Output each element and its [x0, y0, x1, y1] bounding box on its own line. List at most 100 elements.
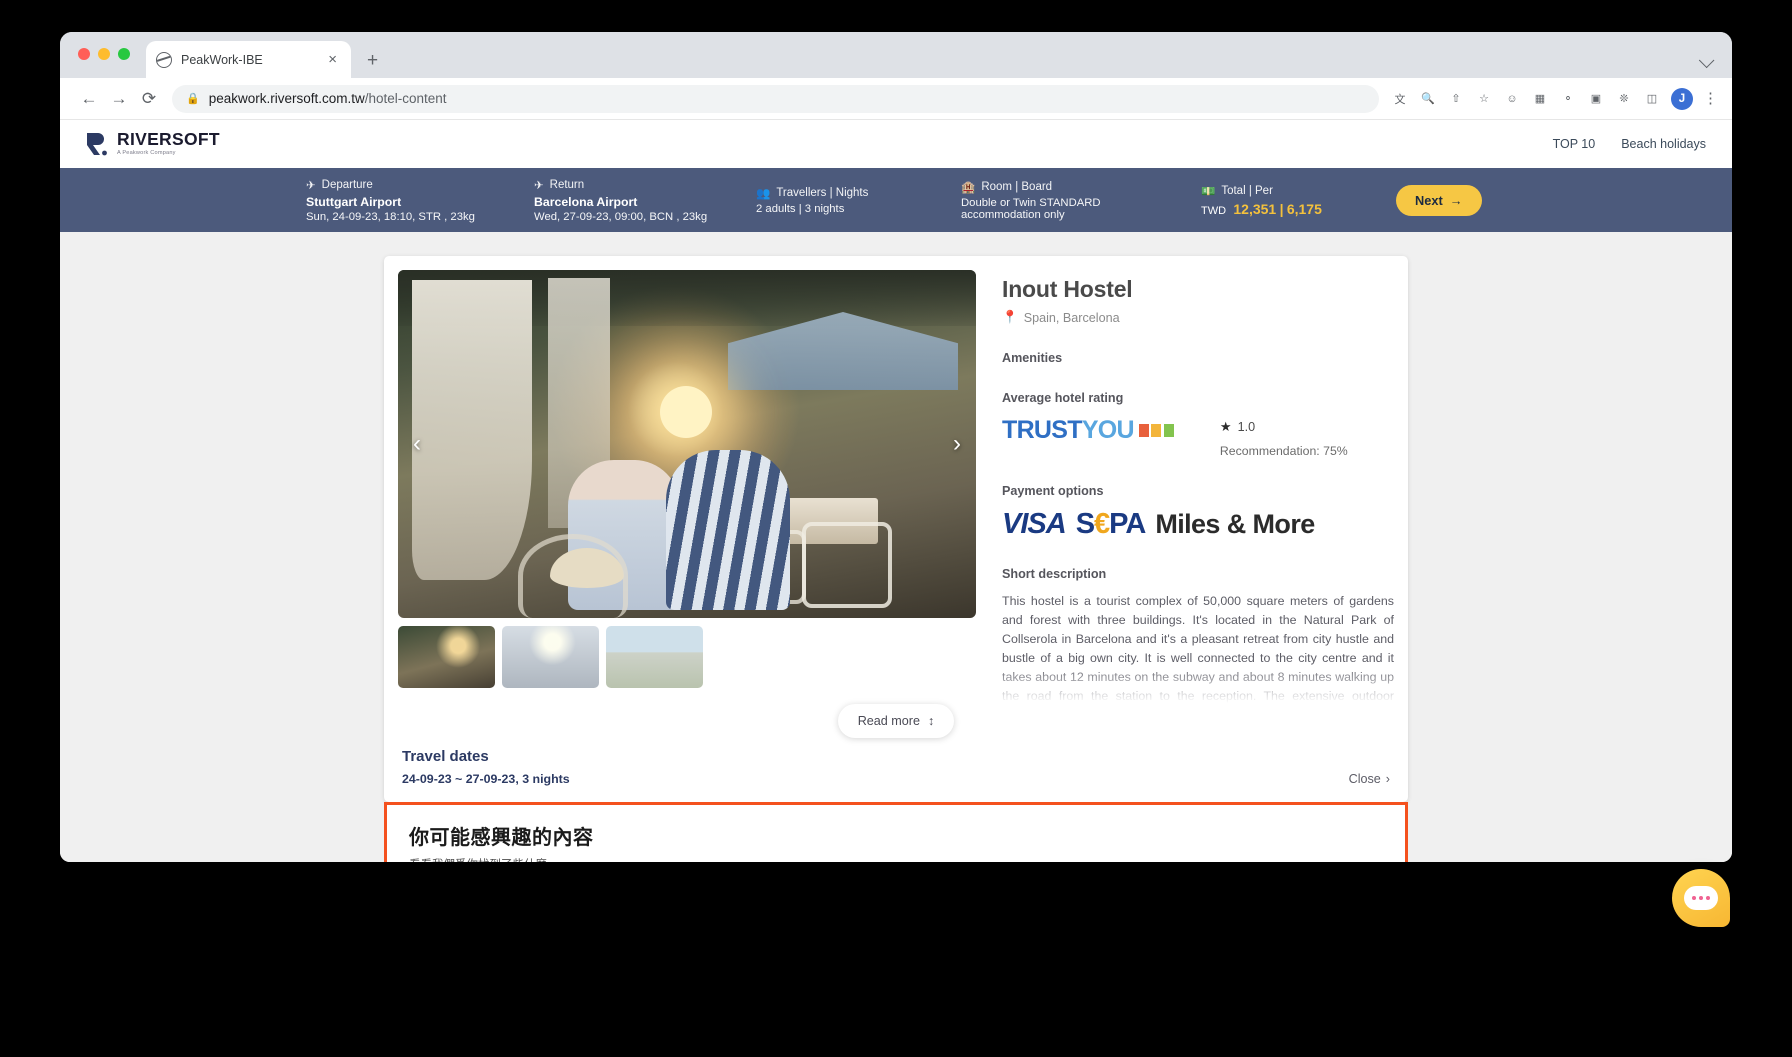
- hotel-location-text: Spain, Barcelona: [1023, 310, 1120, 325]
- rating-value: 1.0: [1237, 420, 1256, 434]
- travellers-label: Travellers | Nights: [776, 186, 869, 199]
- read-more-button[interactable]: Read more ↕: [837, 704, 955, 738]
- chat-widget-button[interactable]: [1672, 869, 1730, 927]
- travel-dates-value: 24-09-23 ~ 27-09-23, 3 nights: [402, 772, 570, 786]
- new-tab-button[interactable]: +: [367, 50, 378, 72]
- close-icon[interactable]: ×: [324, 50, 341, 69]
- close-button[interactable]: Close ›: [1349, 772, 1390, 786]
- reload-icon[interactable]: ⟳: [134, 89, 164, 109]
- maximize-window-button[interactable]: [118, 48, 130, 60]
- sepa-s: S: [1075, 508, 1095, 540]
- back-icon[interactable]: ←: [74, 89, 104, 109]
- recommendations-heading: 你可能感興趣的內容: [409, 827, 594, 849]
- logo-tagline: A Peakwork Company: [117, 150, 176, 157]
- hotel-detail-card: ‹ › Inout Hostel 📍 Spain, Barcelona Amen…: [384, 256, 1408, 802]
- description-heading: Short description: [1002, 567, 1107, 581]
- rating-heading: Average hotel rating: [1002, 391, 1124, 405]
- nav-item-beach-holidays[interactable]: Beach holidays: [1621, 137, 1706, 151]
- chevron-expand-icon: ↕: [928, 714, 935, 728]
- next-button-label: Next: [1415, 192, 1443, 208]
- price-separator: |: [1279, 200, 1284, 217]
- site-logo[interactable]: RIVERSOFT A Peakwork Company: [86, 130, 220, 157]
- chair-shape-right: [802, 522, 892, 608]
- thumbnail-1[interactable]: [398, 626, 495, 688]
- travel-dates-section: Travel dates 24-09-23 ~ 27-09-23, 3 nigh…: [398, 738, 1394, 802]
- extensions-area: 文 🔍 ⇧ ☆ ☺ ▦ ⚬ ▣ ❊ ◫ J ⋮: [1387, 87, 1718, 110]
- room-block: 🏨 Room | Board Double or Twin STANDARD a…: [961, 180, 1201, 221]
- gallery-next-icon[interactable]: ›: [944, 430, 970, 457]
- description-fade: [1002, 664, 1394, 710]
- browser-tab[interactable]: PeakWork-IBE ×: [146, 41, 351, 78]
- url-domain: peakwork.riversoft.com.tw: [208, 91, 365, 106]
- reader-icon[interactable]: ▦: [1531, 90, 1549, 108]
- forward-icon[interactable]: →: [104, 89, 134, 109]
- nav-item-top10[interactable]: TOP 10: [1553, 137, 1596, 151]
- hotel-info: Inout Hostel 📍 Spain, Barcelona Amenitie…: [976, 270, 1394, 710]
- canopy-shape: [728, 312, 958, 390]
- trustyou-logo: TRUST YOU: [1002, 416, 1174, 445]
- next-button[interactable]: Next →: [1396, 184, 1482, 216]
- lock-icon: 🔒: [186, 93, 200, 105]
- thumbnail-2[interactable]: [502, 626, 599, 688]
- arrow-right-icon: →: [1449, 192, 1463, 208]
- trustyou-squares-icon: [1138, 424, 1174, 437]
- plane-departure-icon: ✈: [306, 179, 316, 192]
- riversoft-logo-icon: [87, 133, 107, 156]
- currency-code: TWD: [1201, 204, 1227, 217]
- more-options-icon[interactable]: ⋮: [1703, 91, 1718, 106]
- puzzle-icon[interactable]: ❊: [1615, 90, 1633, 108]
- read-more-label: Read more: [857, 714, 920, 728]
- gallery-prev-icon[interactable]: ‹: [404, 430, 430, 457]
- payment-logos: VISA S € PA Miles & More: [1002, 508, 1394, 541]
- sun-shape: [660, 386, 712, 438]
- search-icon[interactable]: 🔍: [1419, 90, 1437, 108]
- browser-window: PeakWork-IBE × + ← → ⟳ 🔒 peakwork.rivers…: [60, 32, 1732, 862]
- amenities-heading: Amenities: [1002, 351, 1063, 365]
- chair-shape-left: [518, 534, 628, 618]
- shield-icon[interactable]: ⚬: [1559, 90, 1577, 108]
- people-icon: 👥: [756, 187, 771, 200]
- plane-return-icon: ✈: [534, 179, 544, 192]
- total-label: Total | Per: [1221, 184, 1273, 197]
- drape-shape: [412, 280, 532, 580]
- minimize-window-button[interactable]: [98, 48, 110, 60]
- departure-detail: Sun, 24-09-23, 18:10, STR , 23kg: [306, 210, 475, 223]
- avatar[interactable]: J: [1671, 87, 1693, 110]
- color-icon[interactable]: ▣: [1587, 90, 1605, 108]
- site-header: RIVERSOFT A Peakwork Company TOP 10 Beac…: [60, 120, 1732, 168]
- page-title: Inout Hostel: [1002, 276, 1133, 302]
- room-label: Room | Board: [981, 180, 1053, 193]
- sepa-logo: S € PA: [1075, 508, 1147, 541]
- smiley-icon[interactable]: ☺: [1503, 90, 1521, 108]
- gallery-thumbnails: [398, 626, 976, 688]
- tab-title: PeakWork-IBE: [181, 52, 263, 67]
- travel-dates-heading: Travel dates: [402, 748, 489, 765]
- hero-image[interactable]: ‹ ›: [398, 270, 976, 618]
- hotel-location: 📍 Spain, Barcelona: [1002, 310, 1394, 325]
- recommendations-section: 你可能感興趣的內容 看看我們爲你找到了些什麼 Barcelona Mollet …: [384, 802, 1408, 862]
- sepa-pa: PA: [1109, 508, 1146, 540]
- travel-dates-block: Travel dates 24-09-23 ~ 27-09-23, 3 nigh…: [402, 748, 570, 786]
- trustyou-part1: TRUST: [1002, 416, 1083, 444]
- travellers-value: 2 adults | 3 nights: [756, 202, 845, 215]
- miles-and-more-logo: Miles & More: [1155, 509, 1315, 539]
- thumbnail-3[interactable]: [606, 626, 703, 688]
- return-airport: Barcelona Airport: [534, 194, 638, 209]
- translate-icon[interactable]: 文: [1391, 90, 1409, 108]
- share-icon[interactable]: ⇧: [1447, 90, 1465, 108]
- hotel-gallery: ‹ ›: [398, 270, 976, 710]
- room-line1: Double or Twin STANDARD: [961, 196, 1101, 209]
- window-controls[interactable]: [78, 48, 130, 60]
- bookmark-star-icon[interactable]: ☆: [1475, 90, 1493, 108]
- chevron-down-icon[interactable]: [1698, 52, 1715, 69]
- departure-airport: Stuttgart Airport: [306, 194, 402, 209]
- split-view-icon[interactable]: ◫: [1643, 90, 1661, 108]
- visa-logo: VISA: [1002, 508, 1067, 540]
- close-window-button[interactable]: [78, 48, 90, 60]
- address-bar[interactable]: 🔒 peakwork.riversoft.com.tw /hotel-conte…: [172, 84, 1379, 113]
- rating-score: ★ 1.0: [1220, 419, 1348, 435]
- money-icon: 💵: [1201, 185, 1216, 198]
- euro-icon: €: [1094, 508, 1110, 540]
- per-person-amount: 6,175: [1286, 200, 1322, 217]
- recommendations-subheading: 看看我們爲你找到了些什麼: [409, 856, 1383, 862]
